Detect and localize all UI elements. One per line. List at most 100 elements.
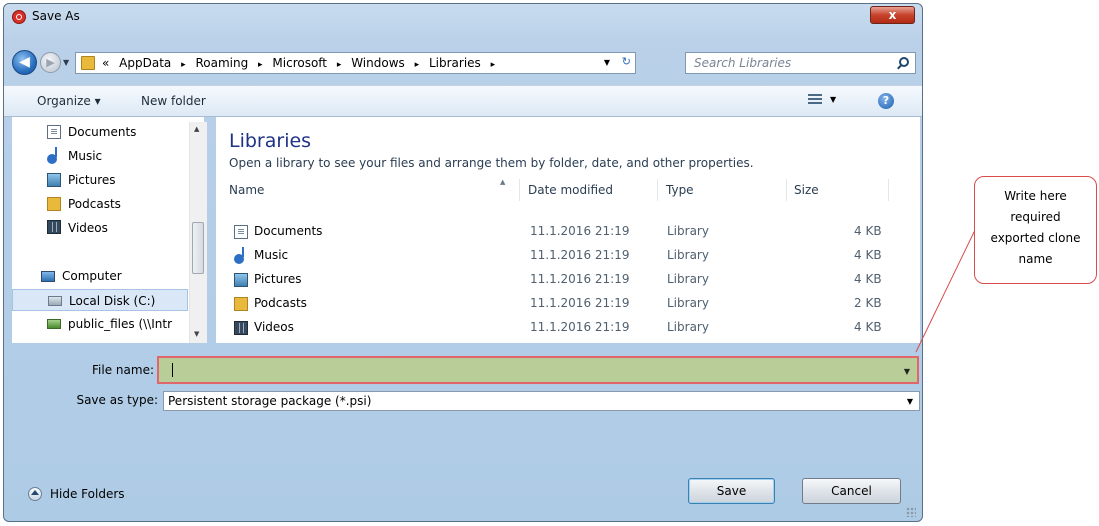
help-icon[interactable]: ? [878,93,894,109]
text-caret [172,363,173,377]
breadcrumb-appdata[interactable]: AppData [119,56,171,70]
save-type-dropdown-icon[interactable]: ▼ [907,397,913,406]
view-dropdown-icon[interactable]: ▼ [830,95,836,104]
chevron-right-icon[interactable]: ▸ [181,60,186,70]
file-size: 4 KB [854,224,882,238]
breadcrumb-libraries[interactable]: Libraries [429,56,481,70]
back-button[interactable]: ◀ [12,50,37,75]
file-date: 11.1.2016 21:19 [530,272,630,286]
column-divider[interactable] [888,179,889,201]
app-icon [12,10,26,24]
change-view-icon[interactable] [808,94,822,106]
column-header-size[interactable]: Size [794,183,819,197]
navigation-scrollbar[interactable]: ▲ ▼ [189,122,207,343]
sidebar-item-music[interactable]: Music [12,145,188,167]
sidebar-item-label: Podcasts [68,197,121,211]
table-row[interactable]: Pictures 11.1.2016 21:19 Library 4 KB [216,268,916,292]
breadcrumb-windows[interactable]: Windows [351,56,405,70]
sidebar-item-computer[interactable]: Computer [12,265,188,287]
sidebar-item-label: Documents [68,125,137,139]
save-type-select[interactable]: Persistent storage package (*.psi) ▼ [163,391,920,411]
chevron-right-icon[interactable]: ▸ [415,60,420,70]
column-divider[interactable] [786,179,787,201]
sidebar-item-public-files[interactable]: public_files (\\Intr [12,313,188,335]
save-type-value: Persistent storage package (*.psi) [168,394,372,408]
file-name-dropdown-icon[interactable]: ▼ [904,367,910,376]
title-bar: Save As x [4,4,922,30]
music-icon [234,247,244,264]
breadcrumb: « AppData ▸ Roaming ▸ Microsoft ▸ Window… [102,56,501,70]
sidebar-item-pictures[interactable]: Pictures [12,169,188,191]
column-header-name[interactable]: Name [229,183,264,197]
navigation-bar: ◀ ▶ ▼ « AppData ▸ Roaming ▸ Microsoft ▸ … [4,46,922,80]
videos-icon [234,321,248,335]
page-subtitle: Open a library to see your files and arr… [229,156,754,170]
videos-icon [47,220,61,234]
column-divider[interactable] [657,179,658,201]
table-row[interactable]: Videos 11.1.2016 21:19 Library 4 KB [216,316,916,340]
file-name-input[interactable] [163,362,897,380]
breadcrumb-microsoft[interactable]: Microsoft [272,56,327,70]
scroll-up-icon[interactable]: ▲ [194,125,199,133]
callout-line: name [1018,252,1053,266]
new-folder-button[interactable]: New folder [141,94,206,108]
file-size: 2 KB [854,296,882,310]
document-icon [234,225,248,239]
file-list-pane: Libraries Open a library to see your fil… [216,117,920,343]
breadcrumb-overflow[interactable]: « [102,56,109,70]
file-name: Videos [254,320,294,334]
search-icon[interactable] [899,57,909,67]
chevron-right-icon[interactable]: ▸ [337,60,342,70]
column-header-date-modified[interactable]: Date modified [528,183,613,197]
file-date: 11.1.2016 21:19 [530,248,630,262]
address-bar[interactable]: « AppData ▸ Roaming ▸ Microsoft ▸ Window… [75,52,636,74]
file-size: 4 KB [854,320,882,334]
organize-button[interactable]: Organize ▾ [37,94,101,108]
table-row[interactable]: Documents 11.1.2016 21:19 Library 4 KB [216,220,916,244]
file-date: 11.1.2016 21:19 [530,296,630,310]
chevron-right-icon[interactable]: ▸ [491,60,496,70]
forward-button[interactable]: ▶ [40,52,61,73]
table-row[interactable]: Music 11.1.2016 21:19 Library 4 KB [216,244,916,268]
sidebar-item-documents[interactable]: Documents [12,121,188,143]
history-dropdown-icon[interactable]: ▼ [63,58,69,67]
save-type-label: Save as type: [76,393,158,407]
resize-grip-icon[interactable] [906,507,916,517]
sidebar-item-label: public_files (\\Intr [68,317,172,331]
file-name-field[interactable]: ▼ [157,356,919,384]
file-type: Library [667,248,709,262]
table-row[interactable]: Podcasts 11.1.2016 21:19 Library 2 KB [216,292,916,316]
sidebar-item-videos[interactable]: Videos [12,217,188,239]
sidebar-item-label: Videos [68,221,108,235]
file-type: Library [667,320,709,334]
window-title: Save As [32,9,80,23]
search-input[interactable]: Search Libraries [685,52,916,74]
file-type: Library [667,224,709,238]
column-divider[interactable] [519,179,520,201]
sidebar-item-local-disk[interactable]: Local Disk (C:) [12,289,188,311]
cancel-button[interactable]: Cancel [802,478,901,504]
file-name: Documents [254,224,323,238]
sidebar-item-label: Local Disk (C:) [69,294,156,308]
save-as-dialog: Save As x ◀ ▶ ▼ « AppData ▸ Roaming ▸ Mi… [3,3,923,522]
close-button[interactable]: x [870,6,915,24]
callout-line: Write here [1004,189,1067,203]
pictures-icon [47,173,61,187]
folder-icon [47,197,61,211]
column-header-type[interactable]: Type [666,183,694,197]
callout-line: required [1010,210,1061,224]
disk-icon [48,296,62,306]
sidebar-item-label: Music [68,149,103,163]
chevron-right-icon[interactable]: ▸ [258,60,263,70]
breadcrumb-roaming[interactable]: Roaming [195,56,248,70]
hide-folders-button[interactable]: Hide Folders [50,487,125,501]
refresh-icon[interactable]: ↻ [622,55,631,68]
address-dropdown-icon[interactable]: ▼ [604,58,610,67]
scroll-down-icon[interactable]: ▼ [194,330,199,338]
chevron-up-icon[interactable] [28,487,42,501]
file-name: Podcasts [254,296,307,310]
scrollbar-thumb[interactable] [192,222,204,274]
save-button[interactable]: Save [688,478,775,504]
annotation-callout: Write here required exported clone name [974,176,1097,284]
sidebar-item-podcasts[interactable]: Podcasts [12,193,188,215]
